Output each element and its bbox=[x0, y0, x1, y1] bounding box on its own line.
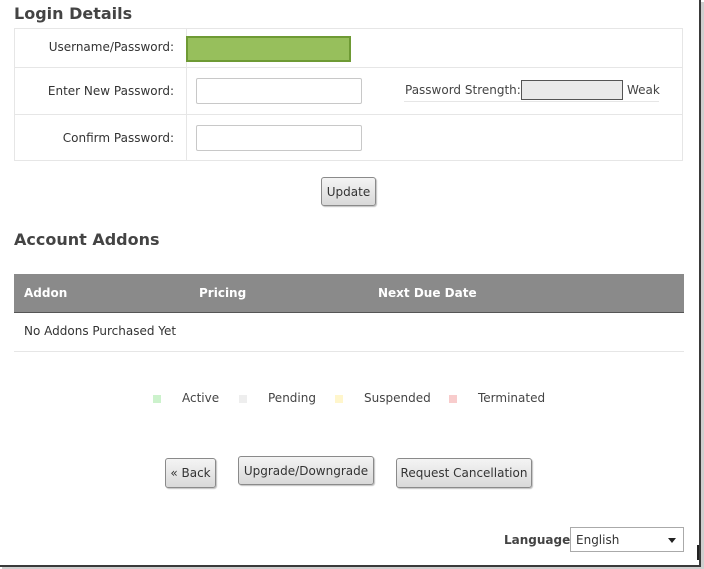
column-header-next-due-date: Next Due Date bbox=[378, 286, 477, 300]
language-selected-value: English bbox=[576, 533, 620, 547]
username-label: Username/Password: bbox=[48, 40, 174, 54]
password-strength-label: Password Strength: bbox=[405, 83, 521, 97]
language-select[interactable]: English bbox=[570, 527, 684, 552]
addons-empty-message: No Addons Purchased Yet bbox=[24, 324, 177, 338]
legend-label-suspended: Suspended bbox=[364, 391, 431, 405]
legend-swatch-active bbox=[153, 395, 161, 403]
login-details-form: Username/Password: Enter New Password: P… bbox=[14, 28, 683, 161]
legend-swatch-pending bbox=[239, 395, 247, 403]
back-button[interactable]: « Back bbox=[165, 458, 216, 488]
text-cursor-icon bbox=[697, 545, 699, 560]
legend-label-terminated: Terminated bbox=[478, 391, 546, 405]
chevron-down-icon bbox=[668, 538, 676, 543]
password-strength-value: Weak bbox=[627, 83, 660, 97]
table-divider bbox=[14, 351, 684, 352]
column-header-pricing: Pricing bbox=[199, 286, 247, 300]
column-header-addon: Addon bbox=[24, 286, 68, 300]
update-button[interactable]: Update bbox=[321, 177, 376, 206]
login-details-heading: Login Details bbox=[14, 4, 133, 23]
row-divider bbox=[15, 67, 682, 68]
new-password-input[interactable] bbox=[196, 78, 362, 104]
confirm-password-label: Confirm Password: bbox=[62, 131, 174, 145]
legend-swatch-suspended bbox=[335, 395, 343, 403]
password-strength-meter bbox=[521, 80, 623, 100]
addons-table-header: Addon Pricing Next Due Date bbox=[14, 274, 684, 313]
legend-label-pending: Pending bbox=[268, 391, 316, 405]
row-divider bbox=[15, 114, 682, 115]
upgrade-downgrade-button[interactable]: Upgrade/Downgrade bbox=[238, 456, 374, 485]
username-field[interactable] bbox=[186, 36, 351, 62]
new-password-label: Enter New Password: bbox=[47, 84, 174, 98]
legend-swatch-terminated bbox=[449, 395, 457, 403]
confirm-password-input[interactable] bbox=[196, 125, 362, 151]
account-addons-heading: Account Addons bbox=[14, 230, 160, 249]
language-label: Language: bbox=[504, 533, 576, 547]
strength-divider bbox=[404, 101, 659, 102]
request-cancellation-button[interactable]: Request Cancellation bbox=[396, 458, 532, 488]
legend-label-active: Active bbox=[182, 391, 220, 405]
